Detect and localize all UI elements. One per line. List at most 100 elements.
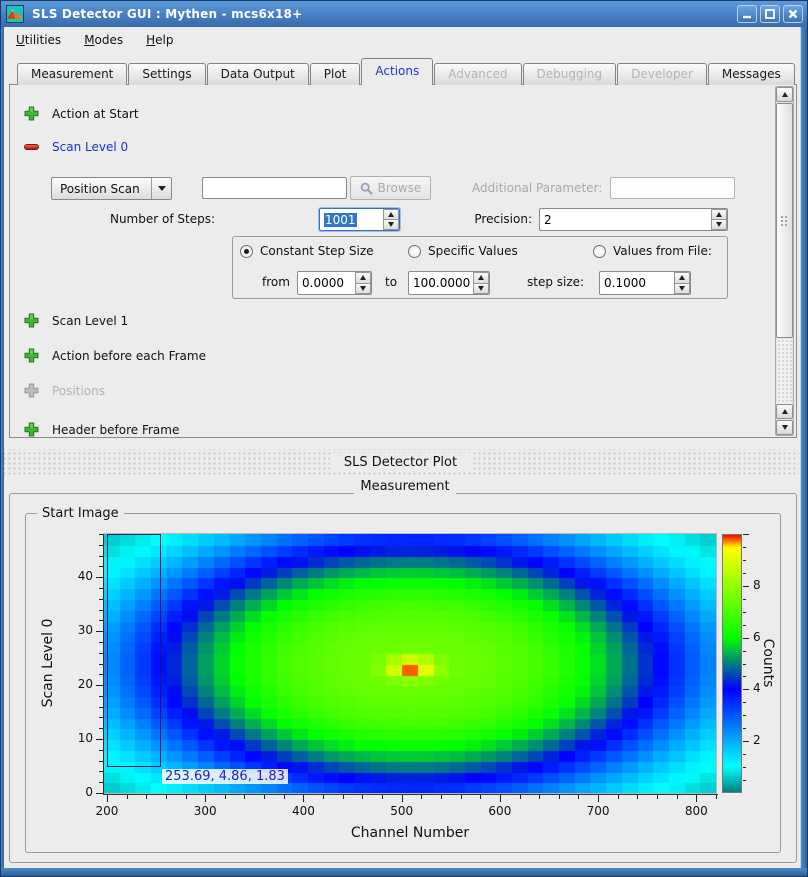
scrollbar-trough[interactable] [777,339,792,407]
scan-level-0-row[interactable]: Scan Level 0 [24,140,128,154]
radio-constant-step[interactable]: Constant Step Size [240,244,374,258]
window-border-bottom [1,868,807,876]
menu-help[interactable]: Help [137,30,182,50]
step-size-spinbox[interactable]: 0.1000 [599,271,691,295]
y-tick [99,771,103,772]
scroll-up-button[interactable] [776,87,793,102]
expand-plus-icon[interactable] [24,106,39,121]
combo-dropdown-button[interactable] [151,178,171,199]
spin-down-icon[interactable] [383,220,399,230]
additional-parameter-label: Additional Parameter: [472,181,602,195]
x-tick [441,795,442,799]
splitter-label: SLS Detector Plot [330,453,471,472]
x-tick [461,795,462,799]
collapse-minus-icon[interactable] [24,144,39,150]
spin-down-icon[interactable] [674,284,690,295]
x-tick [127,795,128,799]
y-tick [96,631,103,632]
menu-utilities[interactable]: Utilities [7,30,70,50]
radio-values-from-file[interactable]: Values from File: [593,244,712,258]
y-tick [99,653,103,654]
spin-buttons[interactable] [674,272,690,294]
actions-tab-pane: Action at Start Scan Level 0 Position Sc… [9,84,797,438]
tab-messages[interactable]: Messages [708,63,795,85]
x-tick [225,795,226,799]
colorbar-tick [743,560,746,561]
spin-up-icon[interactable] [711,209,727,220]
scrollbar-thumb[interactable] [776,103,793,338]
y-tick [96,739,103,740]
x-tick [166,795,167,799]
radio-specific-values[interactable]: Specific Values [408,244,518,258]
scan-mode-combobox[interactable]: Position Scan [51,177,172,200]
y-tick [96,577,103,578]
spin-buttons[interactable] [473,272,489,294]
number-of-steps-spinbox[interactable]: 1001 [319,208,400,231]
y-tick [99,566,103,567]
spin-down-icon[interactable] [711,220,727,230]
colorbar-tick-label: 2 [753,733,773,747]
spin-up-icon[interactable] [674,272,690,284]
scroll-down-button[interactable] [776,420,793,435]
tab-measurement[interactable]: Measurement [17,63,127,85]
minimize-icon [741,8,753,20]
tab-actions[interactable]: Actions [361,58,433,85]
heatmap-canvas[interactable] [104,534,716,793]
x-tick [677,795,678,799]
spin-down-icon[interactable] [473,284,489,295]
spin-up-icon[interactable] [355,272,371,284]
radio-unselected-icon[interactable] [408,245,421,258]
action-before-frame-row[interactable]: Action before each Frame [24,348,206,363]
radio-selected-icon[interactable] [240,245,253,258]
header-before-frame-label: Header before Frame [52,423,179,437]
splitter-handle[interactable]: SLS Detector Plot [2,449,799,476]
radio-specific-label: Specific Values [428,244,518,258]
y-tick-label: 0 [63,785,93,799]
colorbar-tick [743,754,746,755]
y-tick [99,728,103,729]
tab-plot[interactable]: Plot [310,63,361,85]
radio-constant-label: Constant Step Size [260,244,374,258]
spin-up-icon[interactable] [383,209,399,220]
scan-level-1-row[interactable]: Scan Level 1 [24,313,128,328]
from-spinbox[interactable]: 0.0000 [297,271,372,295]
precision-spinbox[interactable]: 2 [539,208,728,231]
radio-unselected-icon[interactable] [593,245,606,258]
title-bar[interactable]: SLS Detector GUI : Mythen - mcs6x18+ [1,1,807,27]
colorbar-tick [743,780,746,781]
minimize-button[interactable] [737,5,757,23]
maximize-button[interactable] [760,5,780,23]
x-tick [598,795,599,802]
to-spinbox[interactable]: 100.0000 [408,271,490,295]
x-tick [146,795,147,799]
tab-settings[interactable]: Settings [128,63,205,85]
close-button[interactable] [783,5,803,23]
menu-modes[interactable]: Modes [75,30,132,50]
tab-data-output[interactable]: Data Output [207,63,309,85]
action-at-start-row[interactable]: Action at Start [24,106,139,121]
spin-buttons[interactable] [355,272,371,294]
measurement-legend-wrap: Measurement [1,479,808,494]
y-tick [99,599,103,600]
vertical-scrollbar[interactable] [775,86,794,436]
spin-down-icon[interactable] [355,284,371,295]
scroll-up-button-2[interactable] [776,404,793,419]
y-tick [99,545,103,546]
scan-script-file-input[interactable] [202,177,347,199]
x-tick-label: 700 [578,804,618,818]
expand-plus-icon[interactable] [24,313,39,328]
spin-buttons[interactable] [383,209,399,230]
x-tick [264,795,265,799]
spin-up-icon[interactable] [473,272,489,284]
expand-plus-icon[interactable] [24,422,39,437]
expand-plus-icon[interactable] [24,348,39,363]
spin-buttons[interactable] [711,209,727,230]
x-tick-label: 300 [185,804,225,818]
chevron-down-icon [158,186,166,191]
header-before-frame-row[interactable]: Header before Frame [24,422,179,437]
to-value: 100.0000 [413,276,470,290]
window-border-right [800,27,807,876]
colorbar-tick [743,728,746,729]
x-tick [421,795,422,799]
colorbar-tick [743,547,746,548]
